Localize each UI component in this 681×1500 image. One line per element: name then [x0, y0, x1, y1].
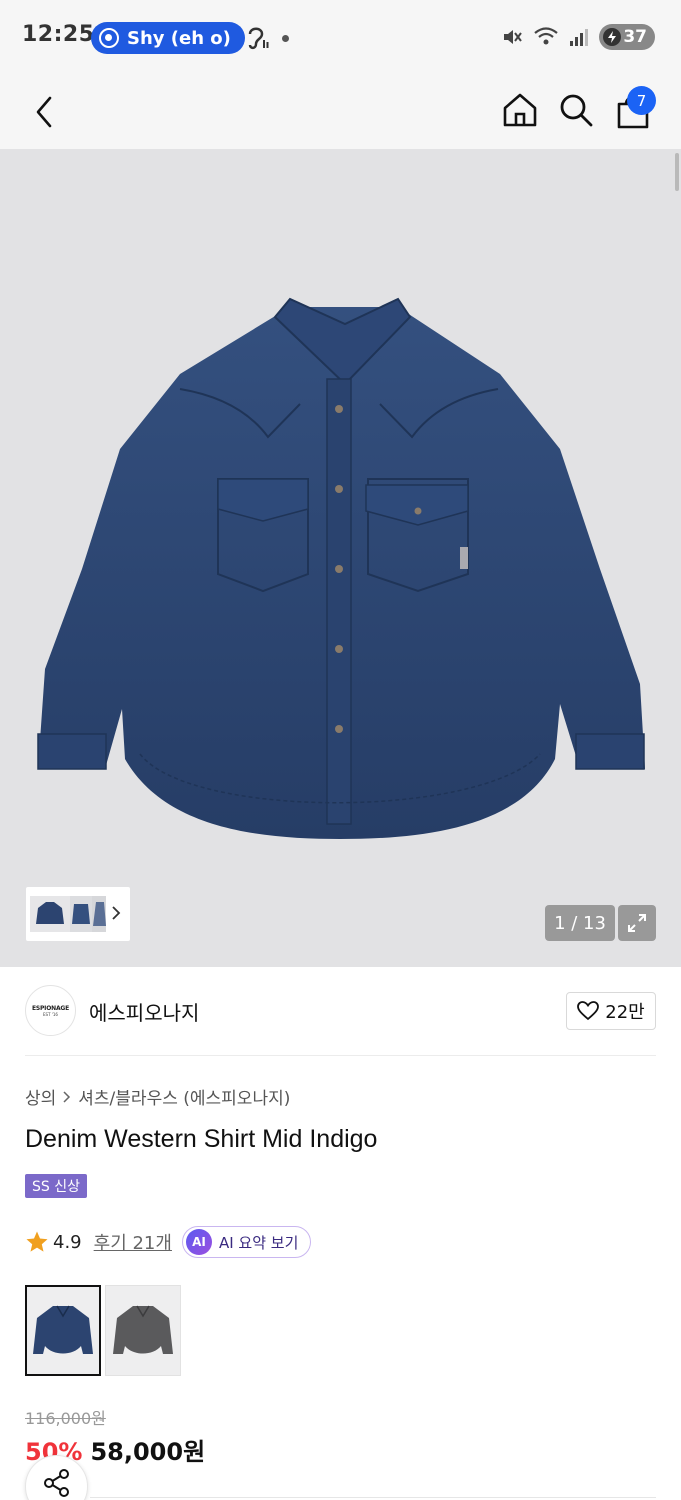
like-count: 22만	[605, 1002, 645, 1023]
search-icon[interactable]	[556, 90, 596, 130]
gallery-thumbnail-strip[interactable]	[26, 887, 130, 941]
rating-row: 4.9 후기 21개 AI AI 요약 보기	[25, 1226, 312, 1258]
battery-indicator: 37	[599, 24, 655, 50]
home-icon[interactable]	[500, 90, 540, 130]
share-icon	[43, 1469, 69, 1497]
swatch-image-indigo	[33, 1305, 93, 1354]
brand-logo-subtext: EST '16	[43, 1011, 58, 1017]
ai-icon: AI	[185, 1229, 212, 1255]
brand-logo-text: ESPIONAGE	[31, 1004, 70, 1012]
swatch-image-gray	[113, 1305, 173, 1354]
mute-icon	[504, 30, 523, 44]
signal-icon	[570, 29, 589, 46]
battery-level: 37	[623, 27, 647, 47]
product-image-gallery[interactable]: 1 / 13	[0, 149, 681, 967]
color-swatch-indigo[interactable]	[25, 1285, 101, 1376]
cart-count-badge: 7	[627, 86, 656, 115]
divider	[25, 1055, 656, 1056]
expand-icon	[628, 914, 646, 932]
breadcrumb: 상의 셔츠/블라우스 (에스피오나지)	[25, 1084, 290, 1109]
wifi-icon	[534, 27, 559, 45]
hearing-icon	[248, 27, 269, 50]
app-header	[0, 76, 681, 149]
divider	[90, 1497, 656, 1498]
heart-icon	[577, 1001, 600, 1021]
product-photo	[37, 297, 645, 839]
breadcrumb-category[interactable]: 상의	[25, 1084, 56, 1109]
expand-button[interactable]	[618, 905, 656, 941]
status-time: 12:25	[22, 22, 95, 47]
record-icon	[99, 28, 119, 48]
rating-score: 4.9	[53, 1231, 82, 1253]
media-pill[interactable]: Shy (eh o)	[91, 22, 245, 54]
brand-logo[interactable]: ESPIONAGE EST '16	[25, 985, 76, 1036]
scrollbar[interactable]	[675, 153, 679, 191]
chevron-right-icon	[63, 1090, 71, 1103]
charging-icon	[603, 28, 622, 46]
new-season-badge: SS 신상	[25, 1174, 87, 1198]
ai-summary-label: AI 요약 보기	[218, 1233, 299, 1252]
original-price: 116,000원	[25, 1409, 106, 1428]
back-arrow-icon[interactable]	[28, 92, 64, 132]
breadcrumb-subcategory[interactable]: 셔츠/블라우스 (에스피오나지)	[78, 1084, 290, 1109]
like-button[interactable]: 22만	[566, 992, 656, 1030]
review-count-link[interactable]: 후기 21개	[94, 1229, 172, 1255]
color-swatch-gray[interactable]	[105, 1285, 181, 1376]
brand-name[interactable]: 에스피오나지	[89, 997, 199, 1026]
status-icons: 37	[501, 24, 655, 50]
chevron-right-icon[interactable]	[110, 903, 122, 923]
sale-price: 58,000원	[90, 1438, 206, 1466]
thumbnail-images	[30, 896, 106, 932]
notification-dot-icon	[282, 35, 289, 42]
star-icon	[26, 1231, 48, 1252]
product-title: Denim Western Shirt Mid Indigo	[25, 1125, 378, 1153]
media-pill-label: Shy (eh o)	[127, 27, 231, 49]
image-counter: 1 / 13	[545, 905, 615, 941]
ai-summary-button[interactable]: AI AI 요약 보기	[181, 1226, 312, 1258]
status-bar: 12:25 Shy (eh o) 37	[0, 0, 681, 76]
